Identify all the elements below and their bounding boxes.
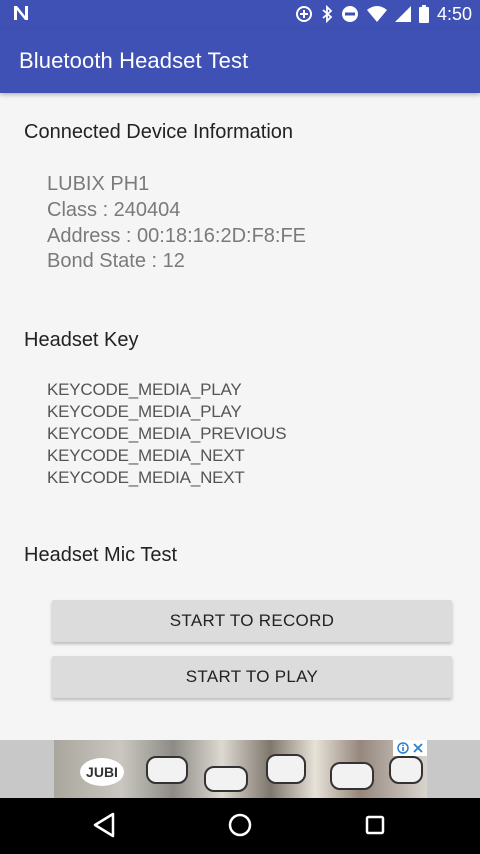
device-name: LUBIX PH1 <box>47 173 150 195</box>
ad-shoe-image <box>389 756 423 784</box>
back-icon[interactable] <box>92 812 116 838</box>
battery-icon <box>418 5 429 23</box>
app-bar: Bluetooth Headset Test <box>0 29 480 93</box>
ad-shoe-image <box>146 756 188 784</box>
ad-shoe-image <box>266 754 306 784</box>
start-play-button[interactable]: START TO PLAY <box>52 656 452 698</box>
bluetooth-icon <box>322 5 333 23</box>
key-event-item: KEYCODE_MEDIA_PLAY <box>47 402 242 421</box>
key-event-item: KEYCODE_MEDIA_PLAY <box>47 380 242 399</box>
recents-icon[interactable] <box>365 815 385 835</box>
key-event-item: KEYCODE_MEDIA_NEXT <box>47 468 245 487</box>
wifi-icon <box>366 6 387 22</box>
cell-signal-icon <box>394 6 411 22</box>
navigation-bar <box>0 798 480 854</box>
device-class: Class : 240404 <box>47 199 181 221</box>
status-time: 4:50 <box>436 4 472 24</box>
n-notification-icon <box>14 6 28 20</box>
device-info-heading: Connected Device Information <box>24 121 294 143</box>
headset-key-heading: Headset Key <box>24 329 139 351</box>
ad-shoe-image <box>204 766 248 792</box>
home-icon[interactable] <box>228 813 252 837</box>
ad-shoe-image <box>330 762 374 790</box>
key-event-item: KEYCODE_MEDIA_PREVIOUS <box>47 424 287 443</box>
key-event-item: KEYCODE_MEDIA_NEXT <box>47 446 245 465</box>
device-address: Address : 00:18:16:2D:F8:FE <box>47 225 307 247</box>
app-title: Bluetooth Headset Test <box>19 48 249 73</box>
device-bond-state: Bond State : 12 <box>47 250 185 272</box>
status-icons: 4:50 <box>295 4 472 24</box>
status-bar: 4:50 <box>0 0 480 29</box>
close-icon[interactable] <box>413 743 423 753</box>
ad-choices[interactable] <box>393 740 427 756</box>
mic-test-heading: Headset Mic Test <box>24 544 178 566</box>
data-saver-icon <box>295 6 312 22</box>
ad-banner[interactable]: JUBI <box>0 740 480 798</box>
main-content: Connected Device Information LUBIX PH1 C… <box>0 93 480 740</box>
do-not-disturb-icon <box>341 6 358 22</box>
ad-choices-icon[interactable] <box>397 742 409 754</box>
start-record-button[interactable]: START TO RECORD <box>52 600 452 642</box>
ad-logo: JUBI <box>80 758 124 786</box>
ad-image[interactable]: JUBI <box>54 740 427 798</box>
